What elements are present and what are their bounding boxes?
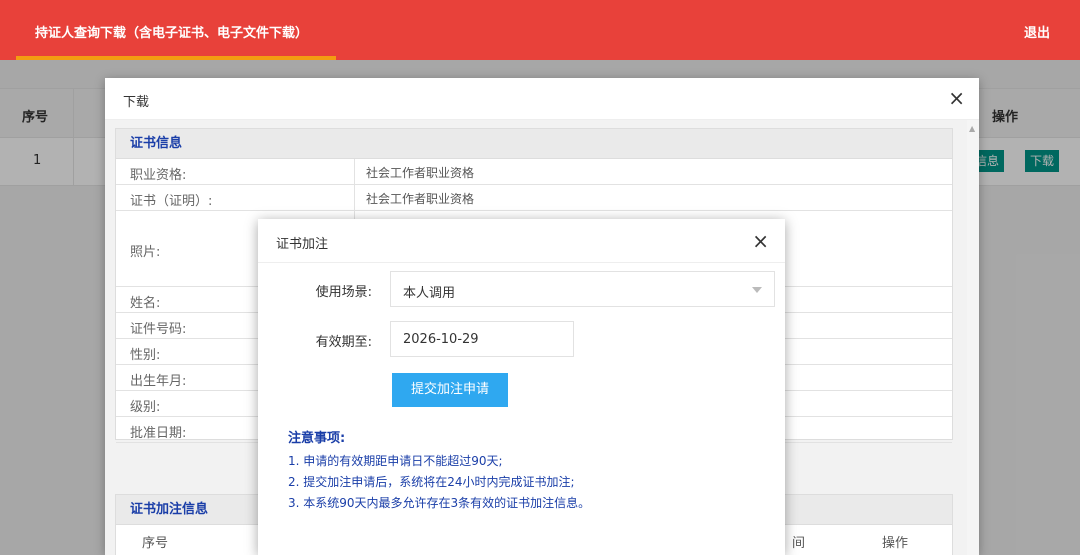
annotation-col-seq: 序号 xyxy=(142,536,169,551)
annotation-modal-header: 证书加注 × xyxy=(258,219,785,263)
notice-title: 注意事项: xyxy=(288,431,346,446)
chevron-down-icon xyxy=(752,287,762,293)
cert-label: 批准日期: xyxy=(130,426,187,441)
cert-label: 职业资格: xyxy=(130,168,187,183)
cert-label: 级别: xyxy=(130,400,161,415)
annotation-modal-title: 证书加注 xyxy=(276,237,329,252)
notice-item: 3. 本系统90天内最多允许存在3条有效的证书加注信息。 xyxy=(288,496,591,510)
cert-label: 证件号码: xyxy=(130,322,187,337)
download-modal-header: 下载 × xyxy=(105,78,979,120)
cert-info-title: 证书信息 xyxy=(116,129,952,159)
notice-item: 2. 提交加注申请后，系统将在24小时内完成证书加注; xyxy=(288,475,575,489)
top-bar: 持证人查询下载（含电子证书、电子文件下载） 退出 xyxy=(0,0,1080,60)
annotation-col-op: 操作 xyxy=(882,536,909,551)
cert-label: 证书（证明）: xyxy=(130,194,213,209)
cert-label: 出生年月: xyxy=(130,374,187,389)
scene-label: 使用场景: xyxy=(315,285,372,300)
annotation-col-time: 间 xyxy=(792,536,806,551)
submit-annotation-button[interactable]: 提交加注申请 xyxy=(392,373,508,407)
annotation-modal: 证书加注 × 使用场景: 本人调用 有效期至: 提交加注申请 注意事项: 1. … xyxy=(258,219,785,555)
expiry-label: 有效期至: xyxy=(315,335,372,350)
page-title: 持证人查询下载（含电子证书、电子文件下载） xyxy=(35,26,309,41)
modal-scrollbar[interactable]: ▲ xyxy=(967,120,979,555)
scroll-up-icon[interactable]: ▲ xyxy=(969,124,975,133)
cert-label: 照片: xyxy=(130,245,161,260)
download-modal-title: 下载 xyxy=(123,95,150,110)
cert-label: 性别: xyxy=(130,348,161,363)
cert-row-certificate: 证书（证明）: 社会工作者职业资格 xyxy=(116,185,952,211)
notice-item: 1. 申请的有效期距申请日不能超过90天; xyxy=(288,454,503,468)
cert-row-qualification: 职业资格: 社会工作者职业资格 xyxy=(116,159,952,185)
logout-link[interactable]: 退出 xyxy=(1024,22,1050,41)
cert-value: 社会工作者职业资格 xyxy=(366,192,475,206)
cert-value: 社会工作者职业资格 xyxy=(366,166,475,180)
scene-row: 使用场景: 本人调用 xyxy=(258,271,785,307)
close-icon[interactable]: × xyxy=(752,229,769,253)
scene-select-value: 本人调用 xyxy=(403,286,456,301)
expiry-row: 有效期至: xyxy=(258,321,785,357)
expiry-date-input[interactable] xyxy=(390,321,574,357)
close-icon[interactable]: × xyxy=(948,86,965,110)
notice-block: 注意事项: 1. 申请的有效期距申请日不能超过90天; 2. 提交加注申请后，系… xyxy=(288,427,768,514)
scene-select[interactable]: 本人调用 xyxy=(390,271,775,307)
cert-label: 姓名: xyxy=(130,296,161,311)
